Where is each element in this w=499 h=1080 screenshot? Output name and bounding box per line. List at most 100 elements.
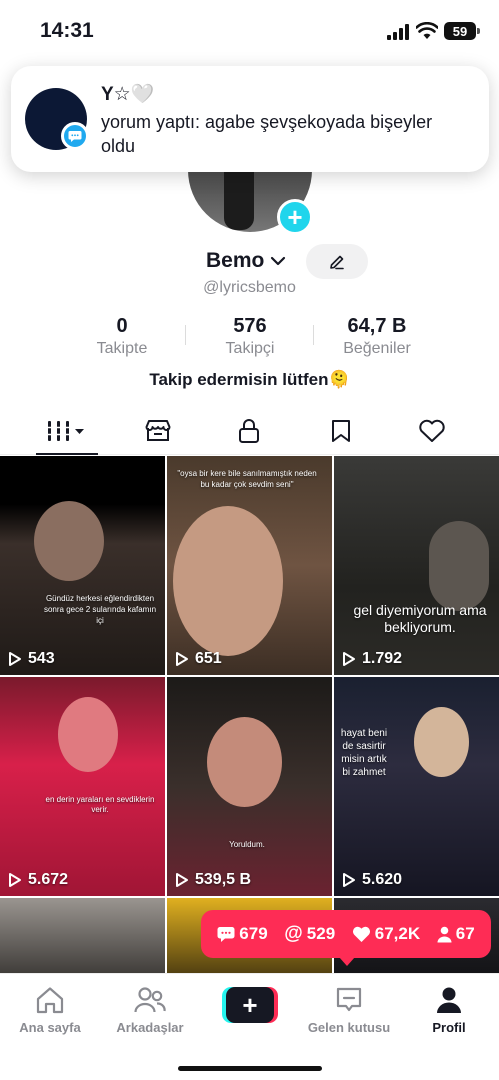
nav-profile-label: Profil [432,1020,466,1035]
thumbnail-face [34,501,104,581]
profile-stats: 0 Takipte 576 Takipçi 64,7 B Beğeniler [0,315,499,361]
video-caption: "oysa bir kere bile sanılmamıştık neden … [177,469,317,489]
play-icon [176,652,188,666]
profile-name-row: Bemo [0,244,499,280]
comments-count: 679 [239,924,268,943]
play-icon [176,873,188,887]
home-icon [36,987,64,1014]
notification-body: yorum yaptı: agabe şevşekoyada bişeyler … [101,112,433,156]
thumbnail-face [58,697,118,772]
heart-outline-icon [419,419,445,442]
mentions-activity: @ 529 [284,923,335,945]
view-count: 5.620 [342,871,402,889]
view-count-value: 543 [28,650,55,667]
likes-activity-count: 67,2K [374,924,421,943]
likes-label: Beğeniler [343,340,411,357]
followers-activity: 67 [437,924,475,944]
edit-profile-button[interactable] [306,244,368,279]
view-count: 651 [175,650,222,668]
likes-stat[interactable]: 64,7 B Beğeniler [312,315,442,358]
likes-count: 64,7 B [347,315,407,337]
create-video-button[interactable]: + [222,987,278,1023]
pencil-icon [330,255,344,269]
view-count-value: 539,5 B [195,871,252,888]
at-sign-icon: @ [284,923,303,944]
likes-activity: 67,2K [352,924,420,944]
followers-activity-count: 67 [455,924,475,943]
tab-liked[interactable] [402,408,462,454]
person-icon [437,926,452,942]
wifi-icon [416,22,438,39]
status-time: 14:31 [40,19,94,42]
view-count: 543 [8,650,55,668]
home-indicator [178,1066,322,1071]
view-count-value: 5.672 [28,871,69,888]
tab-saved[interactable] [311,408,371,454]
play-icon [343,652,355,666]
battery-indicator: 59 [444,22,480,40]
nav-inbox-label: Gelen kutusu [307,1020,391,1035]
thumbnail-face [173,506,283,656]
comment-notification-banner[interactable]: Y☆🤍 yorum yaptı: agabe şevşekoyada bişey… [11,66,489,172]
profile-tabs [0,408,499,455]
following-stat[interactable]: 0 Takipte [57,315,187,358]
tab-private[interactable] [219,408,279,454]
thumbnail-face [207,717,282,807]
video-thumbnail[interactable] [0,898,165,978]
play-icon [9,873,21,887]
tab-videos[interactable] [36,408,98,455]
tab-shop[interactable] [128,408,188,454]
video-thumbnail[interactable]: hayat beni de sasirtir misin artık bi za… [334,677,499,896]
lock-icon [239,419,259,443]
view-count: 1.792 [342,650,402,668]
following-count: 0 [116,315,128,337]
view-count-value: 651 [195,650,222,667]
add-story-plus-icon[interactable]: + [277,199,313,235]
nav-friends[interactable]: Arkadaşlar [100,984,200,1035]
comment-icon [217,926,235,942]
profile-name[interactable]: Bemo [206,249,264,273]
play-icon [9,652,21,666]
videos-grid-icon [47,421,84,441]
nav-profile[interactable]: Profil [399,984,499,1035]
followers-stat[interactable]: 576 Takipçi [185,315,315,358]
view-count-value: 1.792 [362,650,403,667]
video-caption: hayat beni de sasirtir misin artık bi za… [340,728,388,778]
nav-home[interactable]: Ana sayfa [0,984,100,1035]
nav-home-label: Ana sayfa [19,1020,81,1035]
play-icon [343,873,355,887]
profile-icon [437,987,461,1013]
video-grid: Gündüz herkesi eğlendirdikten sonra gece… [0,456,499,978]
video-thumbnail[interactable]: "oysa bir kere bile sanılmamıştık neden … [167,456,332,675]
thumbnail-face [414,707,469,777]
followers-count: 576 [233,315,267,337]
activity-summary-popup[interactable]: 679 @ 529 67,2K 67 [201,910,491,966]
video-thumbnail[interactable]: en derin yaraları en sevdiklerin verir. … [0,677,165,896]
notification-title: Y☆🤍 [101,84,155,105]
profile-handle: @lyricsbemo [203,279,296,296]
video-thumbnail[interactable]: Gündüz herkesi eğlendirdikten sonra gece… [0,456,165,675]
video-caption: gel diyemiyorum ama bekliyorum. [353,602,487,635]
comment-badge-icon [61,122,89,150]
shop-icon [145,420,171,441]
nav-inbox[interactable]: Gelen kutusu [299,984,399,1035]
heart-icon [352,926,370,942]
view-count-value: 5.620 [362,871,403,888]
video-thumbnail[interactable]: gel diyemiyorum ama bekliyorum. 1.792 [334,456,499,675]
profile-bio: Takip edermisin lütfen🫠 [149,370,350,389]
video-caption: Gündüz herkesi eğlendirdikten sonra gece… [43,594,157,625]
chevron-down-icon[interactable] [270,253,286,269]
status-bar: 14:31 59 [0,0,499,60]
nav-friends-label: Arkadaşlar [116,1020,184,1035]
video-thumbnail[interactable]: Yoruldum. 539,5 B [167,677,332,896]
friends-icon [134,987,166,1013]
followers-label: Takipçi [225,340,275,357]
view-count: 5.672 [8,871,68,889]
cellular-signal-icon [387,24,409,40]
view-count: 539,5 B [175,871,251,889]
mentions-count: 529 [306,924,336,943]
following-label: Takipte [96,340,148,357]
video-caption: Yoruldum. [229,840,265,849]
inbox-icon [336,987,362,1012]
profile-screen: 14:31 59 Y☆🤍 yorum yaptı: agabe şevşekoy… [0,0,499,1080]
